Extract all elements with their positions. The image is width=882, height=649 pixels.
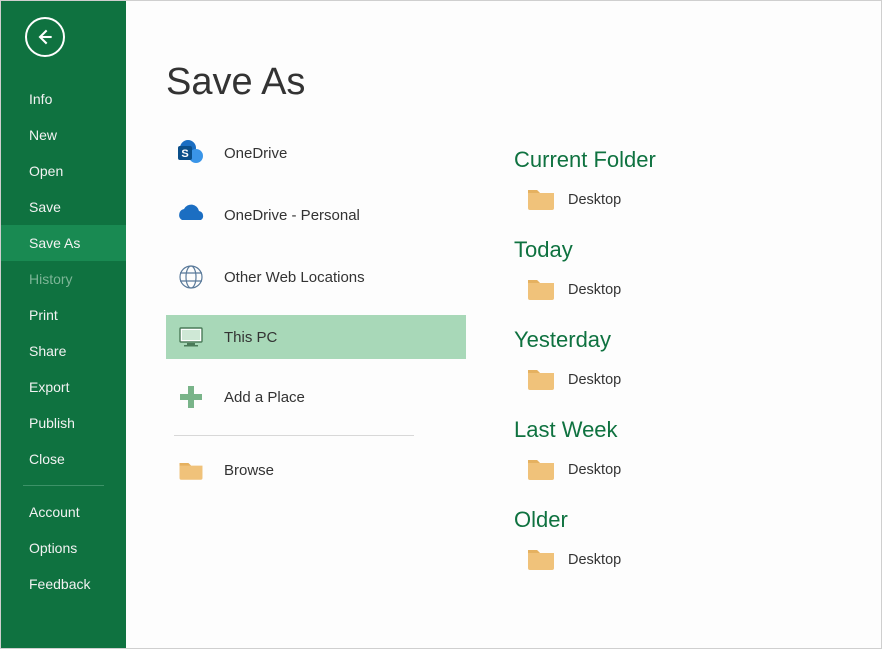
recent-heading: Current Folder: [514, 147, 814, 173]
nav-item-publish[interactable]: Publish: [1, 405, 126, 441]
recent-folder-item[interactable]: Desktop: [514, 451, 814, 489]
location-label: Other Web Locations: [224, 269, 365, 286]
svg-text:S: S: [181, 148, 188, 160]
web-icon: [174, 260, 208, 294]
location-onedrive-personal[interactable]: OneDrive - Personal: [166, 191, 466, 239]
location-browse[interactable]: Browse: [166, 446, 466, 494]
sharepoint-icon: S: [174, 136, 208, 170]
recent-folder-item[interactable]: Desktop: [514, 181, 814, 219]
recent-group-last-week: Last Week Desktop: [514, 417, 814, 489]
recent-folder-label: Desktop: [568, 372, 621, 388]
recent-folder-label: Desktop: [568, 462, 621, 478]
nav-item-history: History: [1, 261, 126, 297]
recent-folder-label: Desktop: [568, 192, 621, 208]
recent-group-yesterday: Yesterday Desktop: [514, 327, 814, 399]
folder-icon: [526, 275, 556, 305]
location-this-pc[interactable]: This PC: [166, 315, 466, 359]
nav-separator: [23, 485, 104, 486]
nav-item-share[interactable]: Share: [1, 333, 126, 369]
recent-group-today: Today Desktop: [514, 237, 814, 309]
nav-item-save[interactable]: Save: [1, 189, 126, 225]
nav-item-export[interactable]: Export: [1, 369, 126, 405]
nav-item-new[interactable]: New: [1, 117, 126, 153]
nav-item-feedback[interactable]: Feedback: [1, 566, 126, 602]
folder-icon: [526, 455, 556, 485]
recent-heading: Today: [514, 237, 814, 263]
nav-item-open[interactable]: Open: [1, 153, 126, 189]
location-add-a-place[interactable]: Add a Place: [166, 373, 466, 421]
location-onedrive[interactable]: S OneDrive: [166, 129, 466, 177]
recent-folder-label: Desktop: [568, 552, 621, 568]
recent-heading: Last Week: [514, 417, 814, 443]
backstage-window: ? InfoNewOpenSaveSave AsHistoryPrintShar…: [0, 0, 882, 649]
recent-group-older: Older Desktop: [514, 507, 814, 579]
recent-group-current-folder: Current Folder Desktop: [514, 147, 814, 219]
locations-column: S OneDrive OneDrive - Personal Other Web Lo…: [166, 129, 466, 648]
recent-heading: Yesterday: [514, 327, 814, 353]
location-label: Browse: [224, 462, 274, 479]
nav-footer-list: AccountOptionsFeedback: [1, 494, 126, 602]
recent-folder-item[interactable]: Desktop: [514, 541, 814, 579]
plus-icon: [174, 380, 208, 414]
folder-icon: [174, 453, 208, 487]
nav-item-print[interactable]: Print: [1, 297, 126, 333]
onedrive-icon: [174, 198, 208, 232]
locations-separator: [174, 435, 414, 436]
folder-icon: [526, 185, 556, 215]
nav-item-account[interactable]: Account: [1, 494, 126, 530]
location-label: OneDrive: [224, 145, 287, 162]
recent-folder-label: Desktop: [568, 282, 621, 298]
nav-item-options[interactable]: Options: [1, 530, 126, 566]
location-label: This PC: [224, 329, 277, 346]
recent-column: Current FolderDesktopTodayDesktopYesterd…: [514, 147, 814, 648]
folder-icon: [526, 545, 556, 575]
nav-item-close[interactable]: Close: [1, 441, 126, 477]
nav-item-save-as[interactable]: Save As: [1, 225, 126, 261]
pc-icon: [174, 320, 208, 354]
nav-item-info[interactable]: Info: [1, 81, 126, 117]
recent-heading: Older: [514, 507, 814, 533]
location-label: OneDrive - Personal: [224, 207, 360, 224]
page-title: Save As: [166, 61, 305, 104]
location-other-web-locations[interactable]: Other Web Locations: [166, 253, 466, 301]
nav-list: InfoNewOpenSaveSave AsHistoryPrintShareE…: [1, 81, 126, 477]
folder-icon: [526, 365, 556, 395]
backstage-sidebar: InfoNewOpenSaveSave AsHistoryPrintShareE…: [1, 1, 126, 648]
recent-folder-item[interactable]: Desktop: [514, 361, 814, 399]
back-button[interactable]: [25, 17, 65, 57]
recent-folder-item[interactable]: Desktop: [514, 271, 814, 309]
location-label: Add a Place: [224, 389, 305, 406]
main-pane: Save As S OneDrive OneDrive - Personal Othe…: [126, 1, 881, 648]
